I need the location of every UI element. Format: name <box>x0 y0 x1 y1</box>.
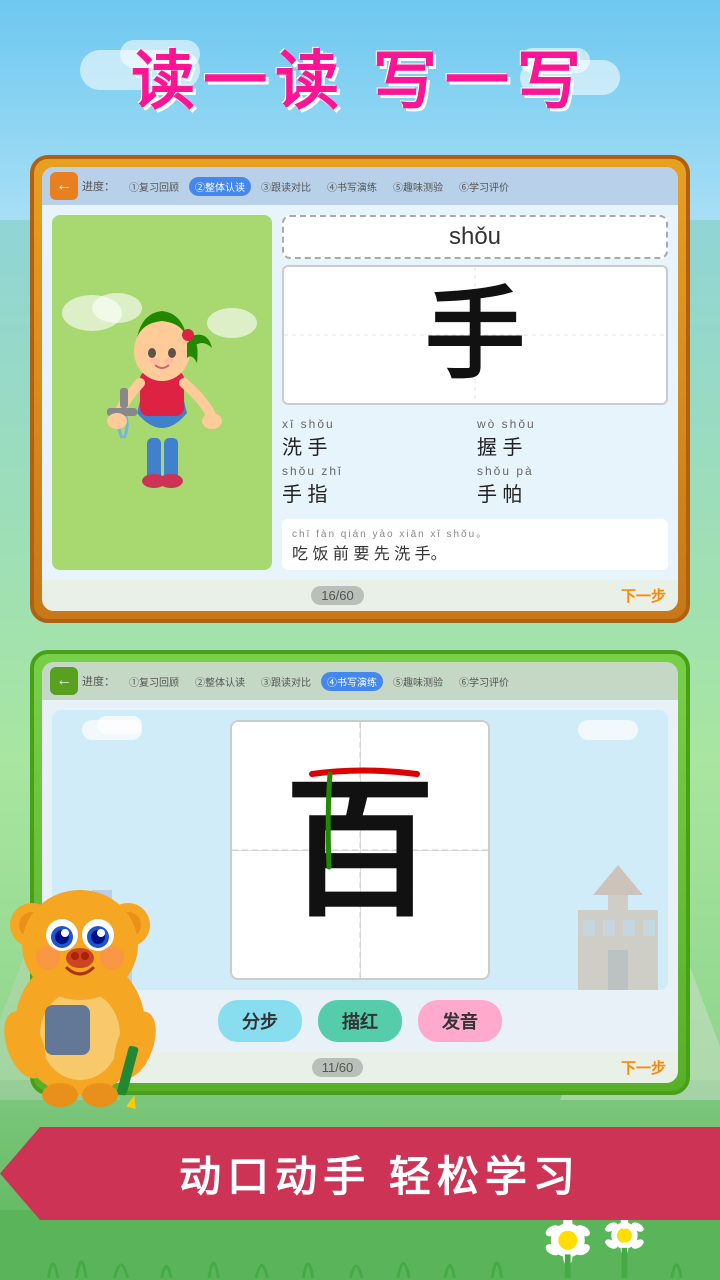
card1-back-button[interactable]: ← <box>50 172 78 200</box>
card1-progress-label: 进度： <box>82 178 115 194</box>
card1-step6[interactable]: ⑥学习评价 <box>453 177 515 196</box>
deco-cloud-l2 <box>97 716 142 734</box>
word-4-pinyin: shǒu pà <box>477 464 668 478</box>
card1-step1[interactable]: ①复习回顾 <box>123 177 185 196</box>
word-3-chars: 手 指 <box>282 478 473 507</box>
word-1-pinyin: xī shǒu <box>282 417 473 431</box>
card1-page-num: 16/60 <box>311 586 364 605</box>
card1-inner: ← 进度： ①复习回顾 ②整体认读 ③跟读对比 ④书写演练 ⑤趣味测验 ⑥学习评… <box>42 167 678 611</box>
card1-sentence-pinyin: chī fàn qián yào xiān xǐ shǒu。 <box>292 525 658 540</box>
card1-step5[interactable]: ⑤趣味测验 <box>387 177 449 196</box>
card2-writing-box[interactable]: 百 <box>230 720 490 980</box>
word-2: wò shǒu 握 手 <box>477 417 668 460</box>
card2-btn-trace[interactable]: 描红 <box>318 1000 402 1042</box>
bear-svg <box>0 850 180 1110</box>
card2-step2[interactable]: ②整体认读 <box>189 672 251 691</box>
word-4-chars: 手 帕 <box>477 478 668 507</box>
card1-right: shǒu 手 xī shǒu 洗 手 <box>282 215 668 570</box>
card1-step2[interactable]: ②整体认读 <box>189 177 251 196</box>
card1-illustration <box>52 215 272 570</box>
card1-pinyin-box: shǒu <box>282 215 668 259</box>
card1-page-indicator: 16/60 下一步 <box>42 580 678 611</box>
illustration-svg <box>52 283 272 503</box>
card2-step6[interactable]: ⑥学习评价 <box>453 672 515 691</box>
word-2-chars: 握 手 <box>477 431 668 460</box>
card1-next-button[interactable]: 下一步 <box>621 585 666 606</box>
flowers-svg <box>20 1210 700 1280</box>
card1-sentence-text: 吃 饭 前 要 先 洗 手。 <box>292 540 658 564</box>
panel-card1: ← 进度： ①复习回顾 ②整体认读 ③跟读对比 ④书写演练 ⑤趣味测验 ⑥学习评… <box>30 155 690 623</box>
main-title: 读一读 写一写 <box>0 30 720 122</box>
card2-next-button[interactable]: 下一步 <box>621 1057 666 1078</box>
card2-progress-bar: ← 进度： ①复习回顾 ②整体认读 ③跟读对比 ④书写演练 ⑤趣味测验 ⑥学习评… <box>42 662 678 700</box>
card2-step5[interactable]: ⑤趣味测验 <box>387 672 449 691</box>
card1-sentence: chī fàn qián yào xiān xǐ shǒu。 吃 饭 前 要 先… <box>282 519 668 570</box>
word-3: shǒu zhǐ 手 指 <box>282 464 473 507</box>
word-1-chars: 洗 手 <box>282 431 473 460</box>
card1-pinyin: shǒu <box>449 223 501 250</box>
word-3-pinyin: shǒu zhǐ <box>282 464 473 478</box>
bear-mascot <box>0 850 180 1110</box>
card2-step1[interactable]: ①复习回顾 <box>123 672 185 691</box>
flowers-row <box>0 1210 720 1280</box>
card2-btn-sound[interactable]: 发音 <box>418 1000 502 1042</box>
word-4: shǒu pà 手 帕 <box>477 464 668 507</box>
card1-step3[interactable]: ③跟读对比 <box>255 177 317 196</box>
word-1: xī shǒu 洗 手 <box>282 417 473 460</box>
card1-character-box: 手 <box>282 265 668 405</box>
card2-step3[interactable]: ③跟读对比 <box>255 672 317 691</box>
card1-progress-bar: ← 进度： ①复习回顾 ②整体认读 ③跟读对比 ④书写演练 ⑤趣味测验 ⑥学习评… <box>42 167 678 205</box>
building-right <box>573 860 663 990</box>
word-2-pinyin: wò shǒu <box>477 417 668 431</box>
card2-page-num: 11/60 <box>312 1058 364 1077</box>
card2-progress-label: 进度： <box>82 673 115 689</box>
card1-character: 手 <box>425 285 525 385</box>
card2-step4[interactable]: ④书写演练 <box>321 672 383 691</box>
bottom-banner: 动口动手 轻松学习 <box>0 1127 720 1220</box>
deco-cloud-r <box>578 720 638 740</box>
bottom-banner-text: 动口动手 轻松学习 <box>179 1153 581 1200</box>
card2-back-button[interactable]: ← <box>50 667 78 695</box>
card2-action-buttons: 分步 描红 发音 <box>218 1000 502 1042</box>
card2-btn-steps[interactable]: 分步 <box>218 1000 302 1042</box>
card1-step4[interactable]: ④书写演练 <box>321 177 383 196</box>
stroke-overlay-svg <box>232 722 488 978</box>
card1-words-grid: xī shǒu 洗 手 wò shǒu 握 手 shǒu zhǐ 手 指 shǒ… <box>282 411 668 513</box>
card1-content: shǒu 手 xī shǒu 洗 手 <box>42 205 678 580</box>
